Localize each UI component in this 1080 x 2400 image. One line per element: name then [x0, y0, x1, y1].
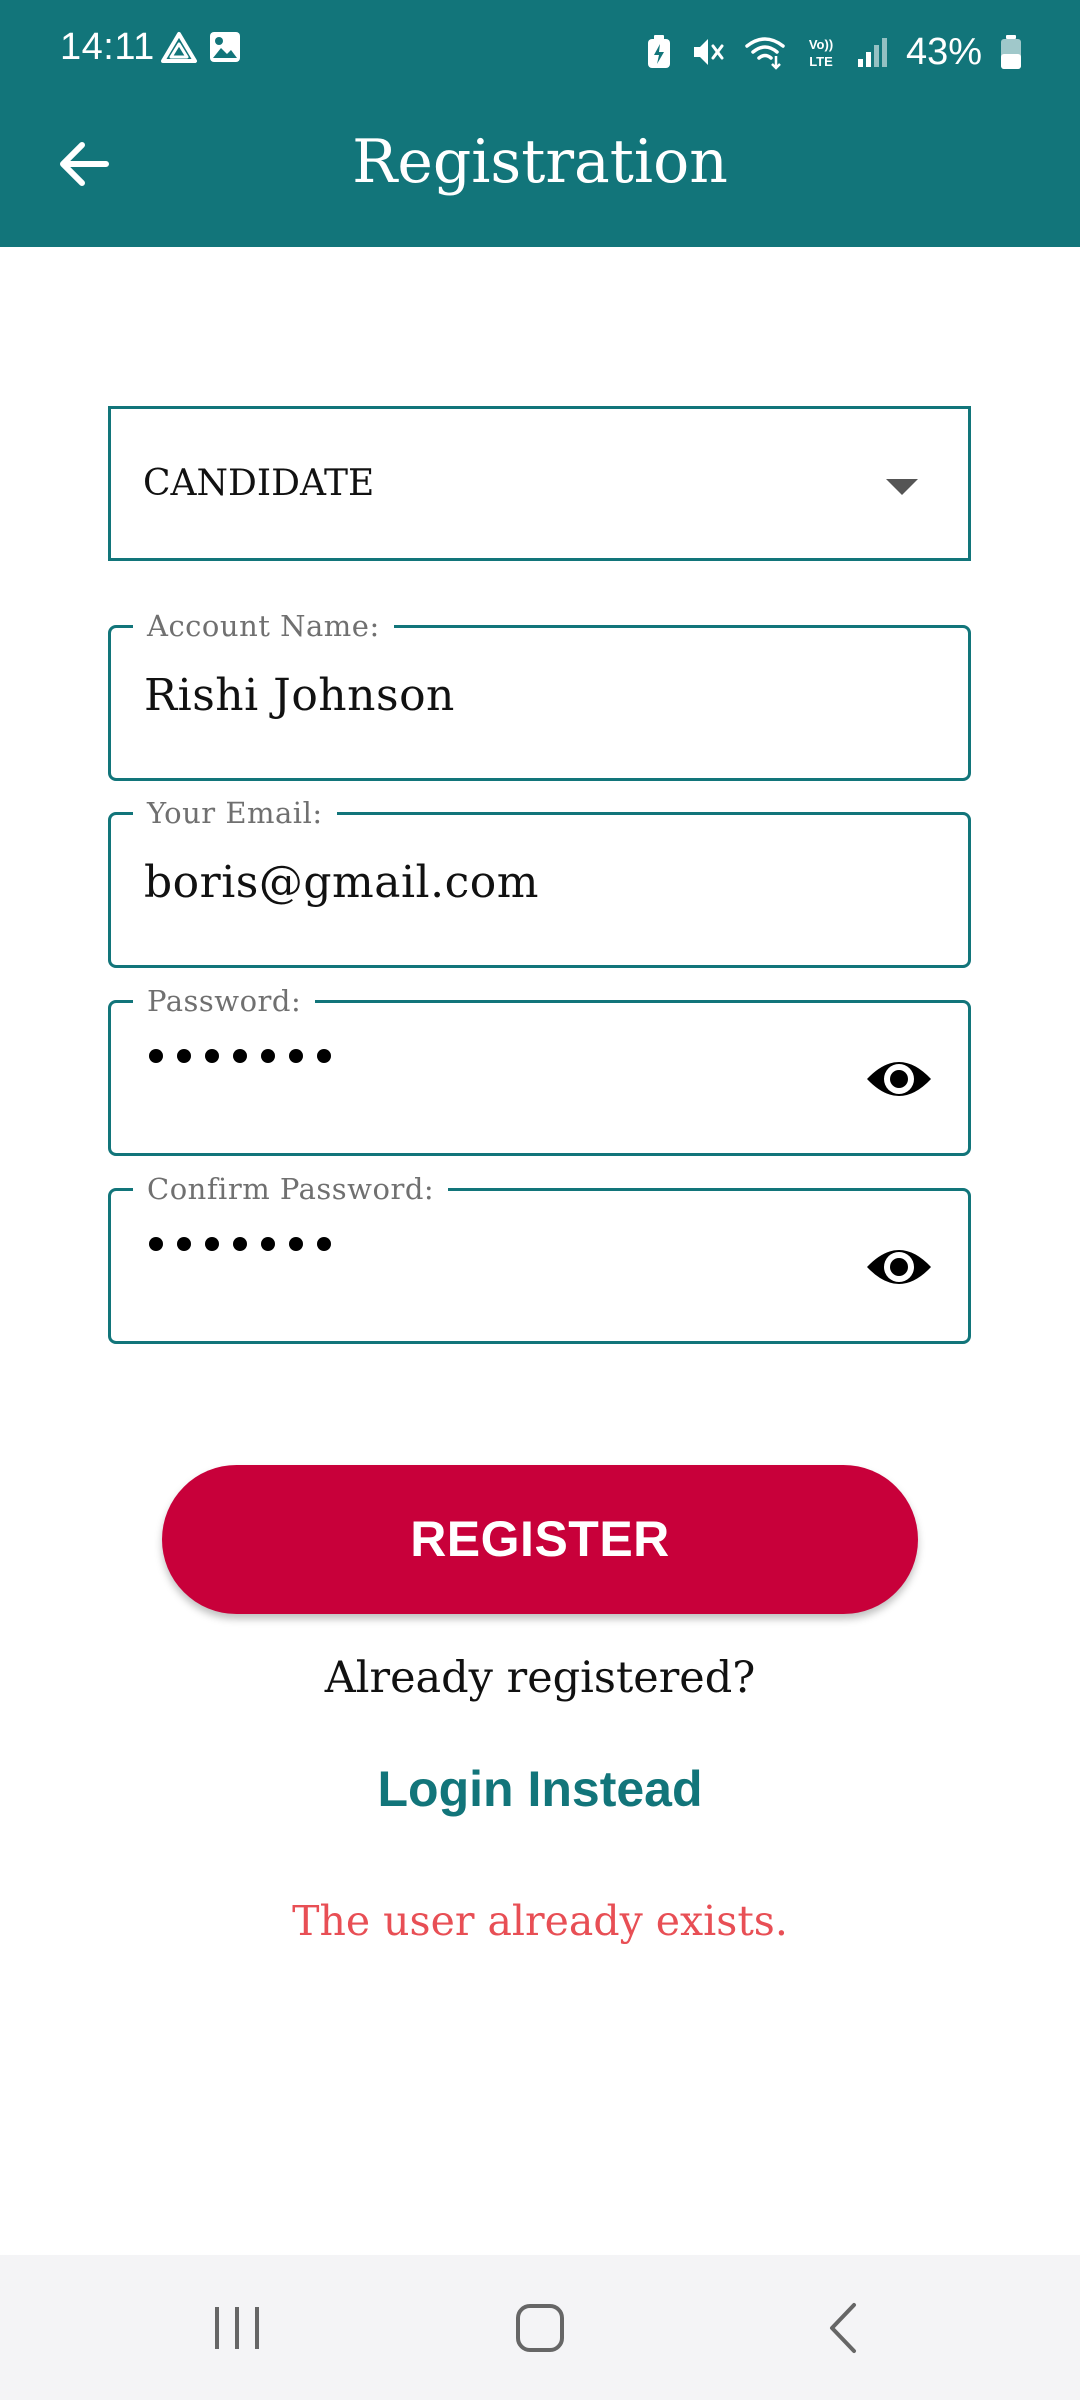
- recent-apps-icon[interactable]: [157, 2255, 317, 2400]
- account-name-field[interactable]: Account Name: Rishi Johnson: [108, 606, 971, 781]
- role-dropdown[interactable]: CANDIDATE: [108, 406, 971, 561]
- page-title: Registration: [352, 127, 728, 197]
- eye-icon[interactable]: [864, 1239, 934, 1295]
- password-label: Password:: [133, 981, 316, 1021]
- battery-saver-icon: [647, 35, 670, 68]
- battery-percent: 43%: [905, 30, 982, 73]
- battery-icon: [1001, 35, 1021, 69]
- status-icons: Vo)) LTE 43%: [646, 24, 1022, 80]
- error-message: The user already exists.: [292, 1897, 788, 1945]
- email-field[interactable]: Your Email: boris@gmail.com: [108, 793, 971, 968]
- eye-icon[interactable]: [864, 1051, 934, 1107]
- already-registered-text: Already registered?: [324, 1653, 756, 1703]
- mute-icon: [693, 39, 724, 65]
- chevron-down-icon: [886, 479, 918, 495]
- app-bar: 14:11 Vo)) LTE 43% Registration: [0, 0, 1080, 247]
- drive-icon: [161, 32, 197, 63]
- confirm-password-field[interactable]: Confirm Password:: [108, 1169, 971, 1344]
- wifi-icon: [745, 37, 785, 70]
- home-icon[interactable]: [460, 2255, 620, 2400]
- status-bar: 14:11 Vo)) LTE 43%: [0, 0, 1080, 100]
- svg-text:LTE: LTE: [809, 54, 833, 69]
- confirm-password-masked-value: [149, 1237, 331, 1251]
- image-icon: [210, 32, 240, 62]
- system-nav-bar: [0, 2255, 1080, 2400]
- svg-text:Vo)): Vo)): [809, 37, 833, 52]
- login-instead-link[interactable]: Login Instead: [0, 1754, 1080, 1824]
- signal-icon: [857, 38, 887, 67]
- status-time: 14:11: [60, 26, 155, 68]
- email-value: boris@gmail.com: [144, 857, 539, 908]
- register-button[interactable]: REGISTER: [162, 1465, 918, 1614]
- email-label: Your Email:: [133, 793, 337, 833]
- back-nav-icon[interactable]: [762, 2255, 922, 2400]
- password-field[interactable]: Password:: [108, 981, 971, 1156]
- confirm-password-label: Confirm Password:: [133, 1169, 449, 1209]
- account-name-value: Rishi Johnson: [144, 670, 455, 721]
- volte-icon: Vo)) LTE: [809, 37, 833, 69]
- account-name-label: Account Name:: [133, 606, 394, 646]
- role-dropdown-value: CANDIDATE: [143, 463, 375, 504]
- password-masked-value: [149, 1049, 331, 1063]
